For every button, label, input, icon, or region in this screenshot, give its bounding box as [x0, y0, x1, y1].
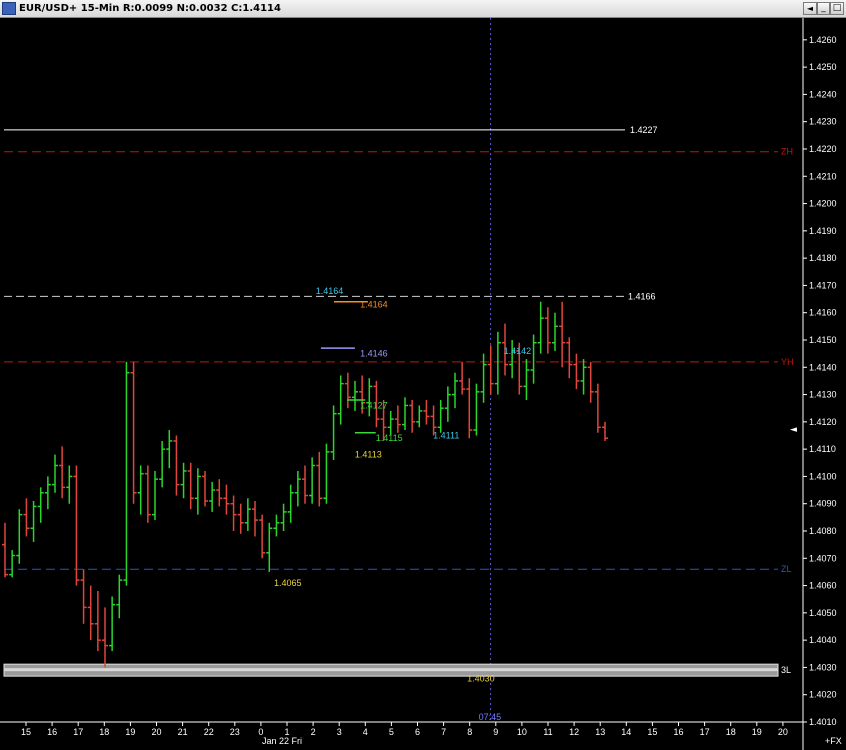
x-tick-label: 15 — [647, 727, 657, 737]
y-tick-label: 1.4100 — [809, 471, 837, 481]
price-annotation: 1.4113 — [355, 450, 382, 460]
price-annotation: 1.4146 — [360, 349, 388, 359]
price-chart[interactable]: 1.4227 ZH 1.4166 YH ZL 3L 1.4142 1.4111 1.4065 1… — [0, 0, 846, 750]
x-tick-label: 7 — [441, 727, 446, 737]
x-tick-label: 6 — [415, 727, 420, 737]
level-band-highlight — [4, 668, 778, 672]
y-tick-label: 1.4170 — [809, 280, 837, 290]
x-tick-label: 21 — [178, 727, 188, 737]
level-label-ZL: ZL — [781, 564, 792, 574]
y-tick-label: 1.4120 — [809, 417, 837, 427]
x-tick-label: 20 — [778, 727, 788, 737]
y-tick-label: 1.4060 — [809, 581, 837, 591]
x-tick-label: 19 — [125, 727, 135, 737]
y-tick-label: 1.4010 — [809, 717, 837, 727]
price-annotation: 1.4030 — [467, 673, 495, 683]
x-tick-label: 14 — [621, 727, 631, 737]
y-tick-label: 1.4080 — [809, 526, 837, 536]
x-tick-label: 10 — [517, 727, 527, 737]
y-tick-label: 1.4020 — [809, 690, 837, 700]
x-tick-label: 13 — [595, 727, 605, 737]
x-tick-label: 3 — [337, 727, 342, 737]
x-tick-label: 17 — [73, 727, 83, 737]
x-tick-label: 16 — [673, 727, 683, 737]
x-tick-label: 12 — [569, 727, 579, 737]
y-tick-label: 1.4040 — [809, 635, 837, 645]
x-tick-label: 19 — [752, 727, 762, 737]
level-label-3L: 3L — [781, 665, 791, 675]
price-annotation: 1.4065 — [274, 578, 302, 588]
x-tick-label: 9 — [493, 727, 498, 737]
y-tick-label: 1.4160 — [809, 308, 837, 318]
y-tick-label: 1.4220 — [809, 144, 837, 154]
y-tick-label: 1.4070 — [809, 553, 837, 563]
x-tick-label: 4 — [363, 727, 368, 737]
level-label-ZH: ZH — [781, 147, 793, 157]
y-tick-label: 1.4180 — [809, 253, 837, 263]
price-annotation: 1.4115 — [376, 433, 403, 443]
crosshair-time-label: 07:45 — [479, 712, 502, 722]
x-tick-label: 18 — [99, 727, 109, 737]
y-tick-label: 1.4190 — [809, 226, 837, 236]
x-tick-label: 23 — [230, 727, 240, 737]
y-tick-label: 1.4050 — [809, 608, 837, 618]
price-annotation: 1.4164 — [360, 300, 388, 310]
y-tick-label: 1.4240 — [809, 89, 837, 99]
price-annotation: 1.4164 — [316, 286, 344, 296]
y-tick-label: 1.4090 — [809, 499, 837, 509]
y-tick-label: 1.4260 — [809, 35, 837, 45]
x-tick-label: 15 — [21, 727, 31, 737]
y-tick-label: 1.4250 — [809, 62, 837, 72]
y-cursor-marker-icon: ◄ — [790, 425, 797, 435]
level-label-high2: 1.4166 — [628, 291, 656, 301]
x-tick-label: 20 — [151, 727, 161, 737]
x-date-label: Jan 22 Fri — [262, 736, 302, 746]
x-tick-label: 18 — [726, 727, 736, 737]
price-annotation: 1.4127 — [360, 400, 388, 410]
level-label-YH: YH — [781, 357, 794, 367]
x-tick-label: 16 — [47, 727, 57, 737]
x-tick-label: 11 — [543, 727, 552, 737]
x-tick-label: 17 — [700, 727, 710, 737]
y-tick-label: 1.4130 — [809, 390, 837, 400]
price-annotation: 1.4111 — [433, 430, 459, 440]
price-annotation: 1.4142 — [504, 346, 532, 356]
y-tick-label: 1.4210 — [809, 171, 837, 181]
x-tick-label: 8 — [467, 727, 472, 737]
bottom-right-label: +FX — [825, 736, 842, 746]
y-tick-label: 1.4230 — [809, 117, 837, 127]
x-tick-label: 5 — [389, 727, 394, 737]
x-tick-label: 22 — [204, 727, 214, 737]
y-tick-label: 1.4110 — [809, 444, 836, 454]
y-tick-label: 1.4200 — [809, 199, 837, 209]
x-tick-label: 2 — [311, 727, 316, 737]
y-tick-label: 1.4140 — [809, 362, 837, 372]
y-tick-label: 1.4150 — [809, 335, 837, 345]
level-label-high: 1.4227 — [630, 125, 658, 135]
y-tick-label: 1.4030 — [809, 662, 837, 672]
